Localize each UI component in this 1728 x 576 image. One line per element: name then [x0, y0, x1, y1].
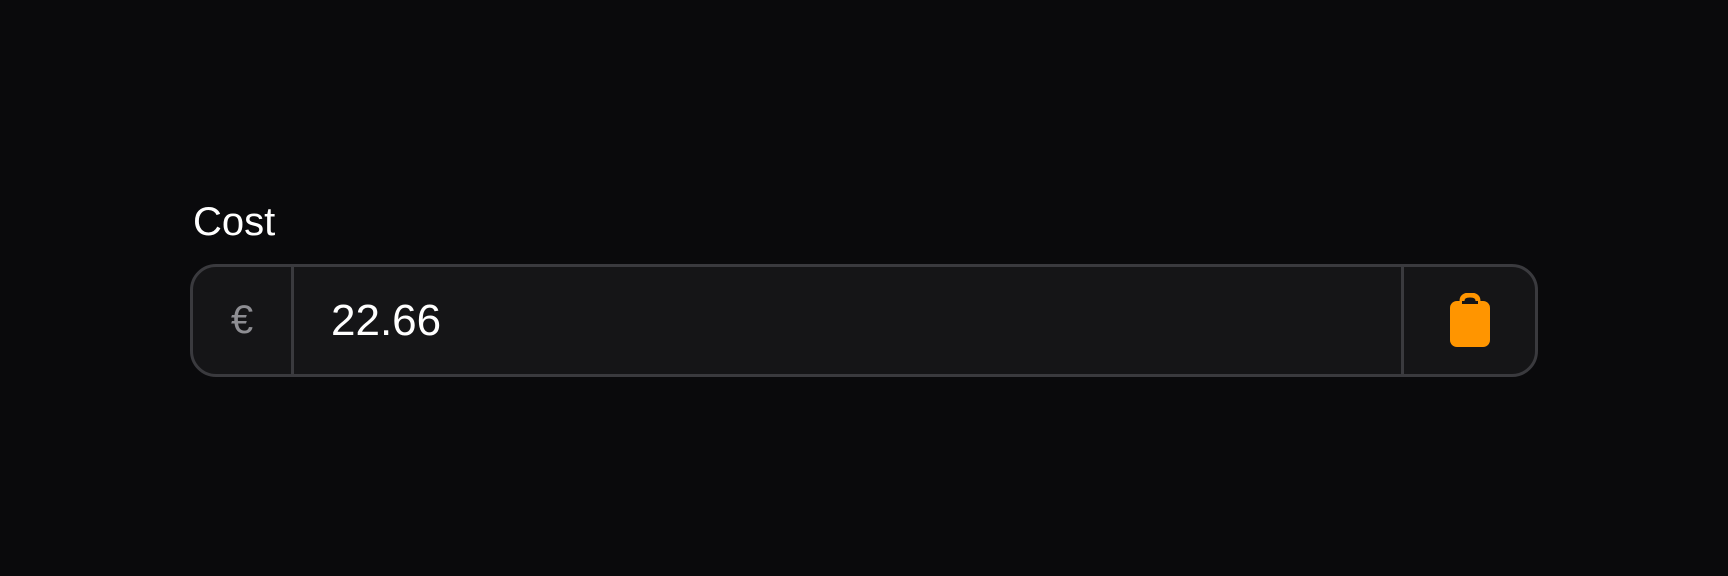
currency-prefix: €: [193, 267, 294, 374]
cost-field-group: Cost €: [190, 198, 1538, 377]
cost-label: Cost: [193, 200, 276, 244]
paste-button[interactable]: [1401, 267, 1535, 374]
cost-input-container: €: [190, 264, 1538, 377]
clipboard-icon: [1449, 292, 1490, 347]
cost-input[interactable]: [294, 267, 1401, 374]
